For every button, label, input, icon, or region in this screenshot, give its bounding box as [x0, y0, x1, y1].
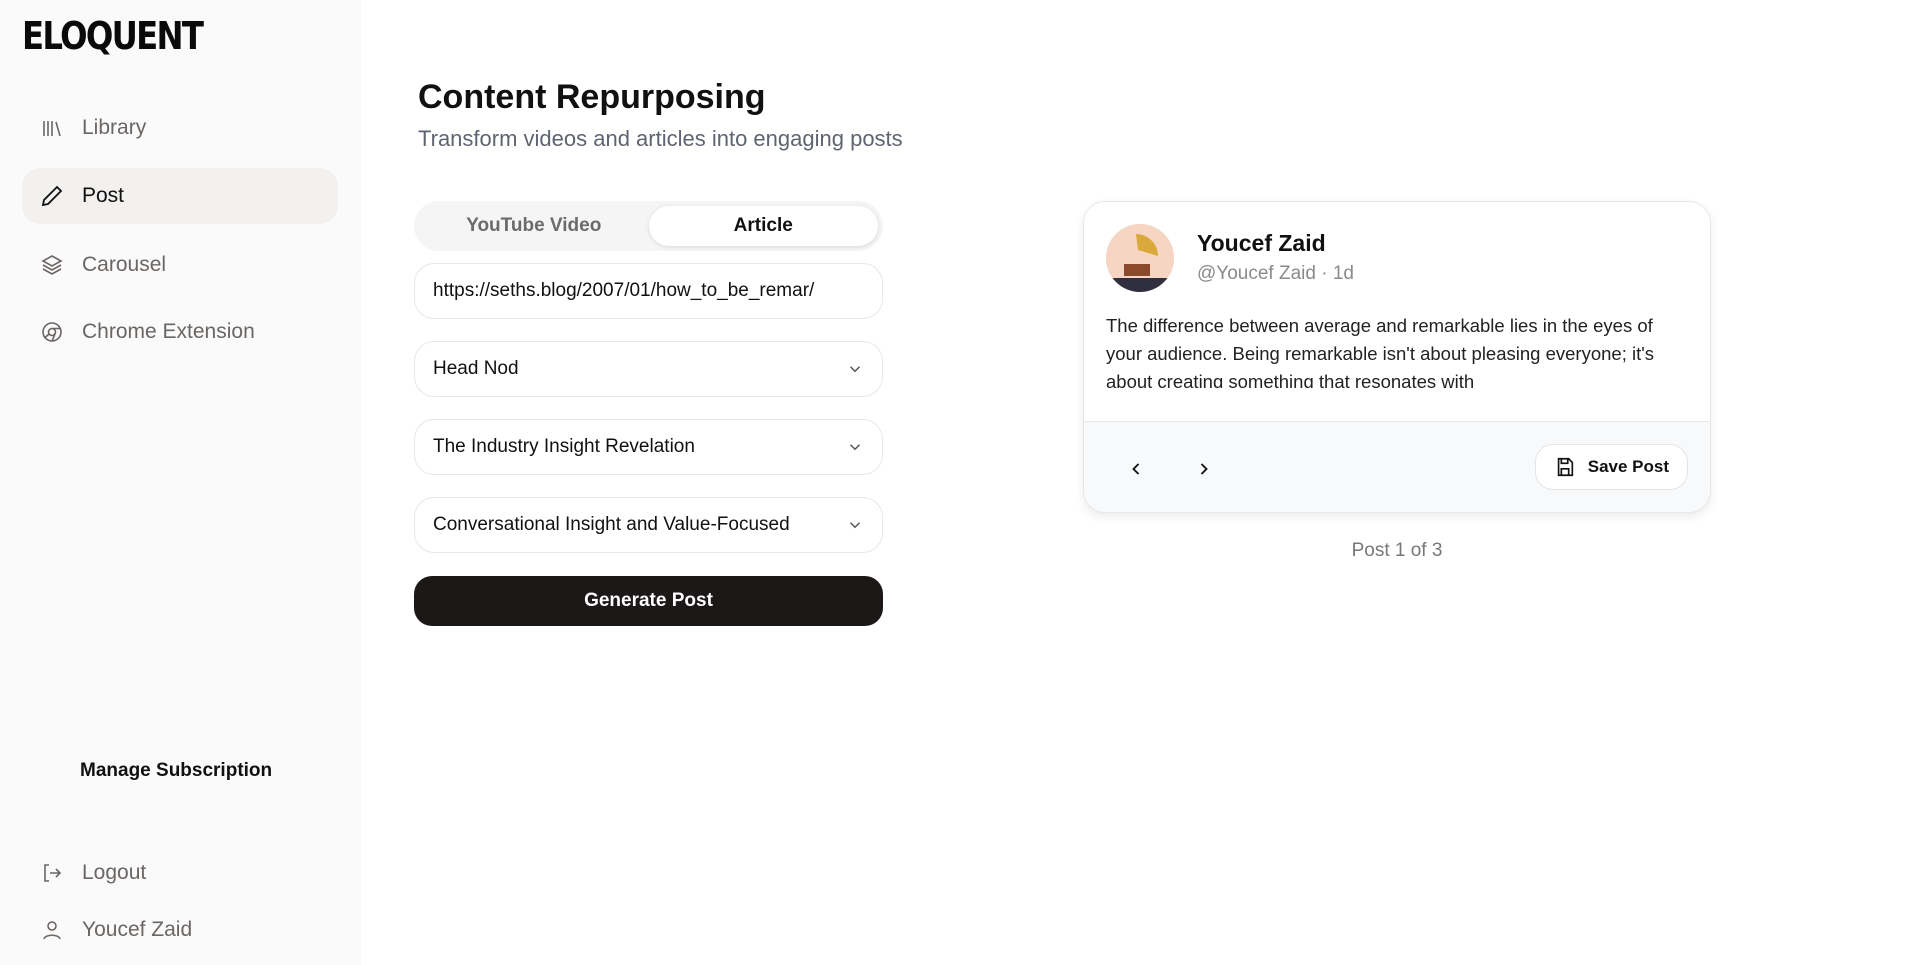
user-icon — [43, 921, 61, 940]
chevron-left-icon — [1132, 463, 1140, 475]
logout-button[interactable]: Logout — [22, 845, 338, 901]
post-author-handle: @Youcef Zaid · 1d — [1197, 263, 1354, 284]
hook-select-value: Head Nod — [433, 358, 519, 379]
user-profile[interactable]: Youcef Zaid — [22, 902, 338, 958]
next-post-button[interactable] — [1190, 455, 1218, 483]
chevron-right-icon — [1200, 463, 1208, 475]
hook-select[interactable]: Head Nod — [414, 341, 883, 397]
tone-select-value: Conversational Insight and Value-Focused — [433, 514, 790, 535]
source-tabs: YouTube Video Article — [414, 201, 883, 251]
tab-article[interactable]: Article — [648, 206, 878, 246]
sidebar-item-label: Post — [82, 184, 125, 207]
chevron-down-icon — [849, 444, 861, 451]
logo[interactable]: ELOQUENT — [22, 14, 204, 58]
post-preview-card: Youcef Zaid @Youcef Zaid · 1d The differ… — [1083, 201, 1711, 513]
generate-post-button[interactable]: Generate Post — [414, 576, 883, 626]
framework-select[interactable]: The Industry Insight Revelation — [414, 419, 883, 475]
sidebar-item-carousel[interactable]: Carousel — [22, 237, 338, 293]
chrome-icon — [42, 322, 62, 342]
logout-icon — [44, 864, 62, 882]
sidebar: ELOQUENT Library Post Carousel Chrome Ex… — [0, 0, 361, 965]
post-body[interactable]: The difference between average and remar… — [1106, 312, 1686, 388]
pencil-icon — [41, 185, 63, 207]
logout-label: Logout — [82, 861, 147, 884]
previous-post-button[interactable] — [1122, 455, 1150, 483]
library-icon — [43, 121, 61, 137]
page-title: Content Repurposing — [418, 78, 766, 116]
url-field[interactable] — [414, 263, 883, 319]
save-icon — [1557, 457, 1573, 477]
tone-select[interactable]: Conversational Insight and Value-Focused — [414, 497, 883, 553]
avatar — [1106, 224, 1174, 292]
layers-icon — [41, 255, 63, 275]
save-post-label: Save Post — [1587, 457, 1669, 476]
card-footer: Save Post — [1084, 421, 1710, 512]
sidebar-item-label: Library — [82, 116, 147, 139]
chevron-down-icon — [849, 522, 861, 529]
post-counter: Post 1 of 3 — [1351, 540, 1443, 561]
chevron-down-icon — [849, 366, 861, 373]
user-name: Youcef Zaid — [82, 918, 193, 941]
page-subtitle: Transform videos and articles into engag… — [418, 126, 903, 151]
sidebar-item-label: Carousel — [82, 253, 167, 276]
sidebar-item-library[interactable]: Library — [22, 100, 338, 156]
manage-subscription-button[interactable]: Manage Subscription — [80, 760, 272, 782]
sidebar-item-post[interactable]: Post — [22, 168, 338, 224]
tab-youtube-video[interactable]: YouTube Video — [419, 206, 649, 246]
save-post-button[interactable]: Save Post — [1534, 444, 1688, 490]
framework-select-value: The Industry Insight Revelation — [433, 436, 695, 457]
post-author-name: Youcef Zaid — [1197, 230, 1326, 256]
sidebar-item-chrome-extension[interactable]: Chrome Extension — [22, 304, 338, 360]
url-input[interactable] — [433, 280, 864, 302]
sidebar-item-label: Chrome Extension — [82, 320, 255, 343]
